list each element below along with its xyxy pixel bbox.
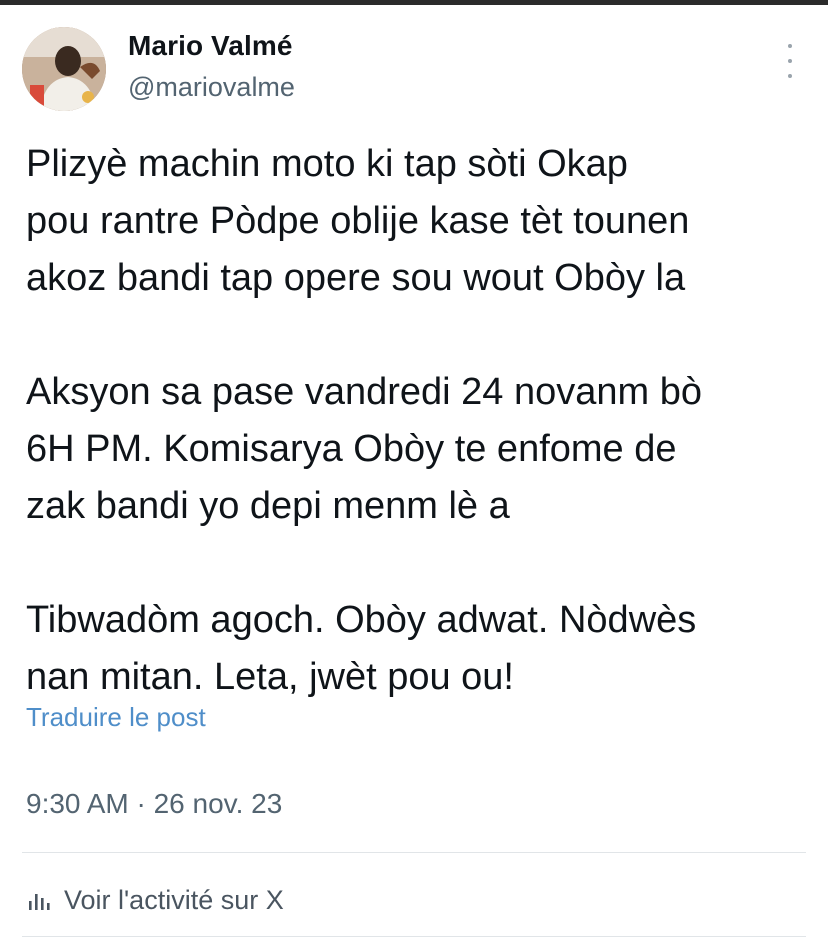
view-activity-button[interactable]: Voir l'activité sur X [28, 878, 284, 922]
post-text: Plizyè machin moto ki tap sòti Okap pou … [26, 136, 816, 763]
post-paragraph: Tibwadòm agoch. Obòy adwat. Nòdwès nan m… [26, 599, 697, 698]
more-vertical-icon[interactable] [780, 44, 800, 78]
avatar-image [22, 27, 106, 111]
avatar[interactable] [22, 27, 106, 111]
more-dot [788, 59, 792, 63]
translate-post-link[interactable]: Traduire le post [26, 702, 206, 733]
view-activity-label: Voir l'activité sur X [64, 884, 284, 915]
divider [22, 852, 806, 853]
top-edge [0, 0, 828, 5]
divider [22, 936, 806, 937]
post-timestamp[interactable]: 9:30 AM · 26 nov. 23 [26, 788, 282, 820]
more-dot [788, 44, 792, 48]
bar-chart-icon [29, 894, 50, 910]
author-name[interactable]: Mario Valmé [128, 30, 293, 62]
post-paragraph: Aksyon sa pase vandredi 24 novanm bò 6H … [26, 371, 702, 527]
author-handle[interactable]: @mariovalme [128, 72, 295, 103]
more-dot [788, 74, 792, 78]
post-paragraph: Plizyè machin moto ki tap sòti Okap pou … [26, 143, 690, 299]
